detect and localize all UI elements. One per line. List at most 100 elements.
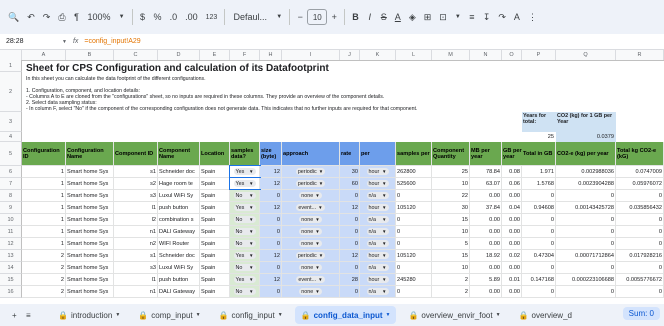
dropdown-cell[interactable]: periodic ▼ — [282, 250, 340, 261]
row-header[interactable]: 13 — [0, 250, 22, 262]
cell[interactable]: Schneider doc — [158, 250, 200, 261]
dropdown-cell[interactable]: event... ▼ — [282, 202, 340, 213]
cell[interactable]: 0.017928216 — [616, 250, 664, 261]
cell[interactable]: 0.035856432 — [616, 202, 664, 213]
cell[interactable]: 0.00 — [470, 190, 502, 201]
cell[interactable]: 5.89 — [470, 274, 502, 285]
cell[interactable]: 0 — [340, 226, 360, 237]
cell[interactable]: 0.00 — [470, 238, 502, 249]
cell[interactable]: 28 — [340, 274, 360, 285]
sheet-tab[interactable]: 🔒 config_input ▼ — [213, 306, 289, 324]
decrease-decimal-button[interactable]: .0 — [166, 7, 182, 27]
dropdown-cell[interactable]: No ▼ — [230, 238, 260, 249]
dropdown-cell[interactable]: No ▼ — [230, 190, 260, 201]
cell[interactable]: 0 — [616, 238, 664, 249]
align-vertical-icon[interactable]: ↧ — [479, 7, 495, 27]
dropdown-cell[interactable]: n/a ▼ — [360, 214, 396, 225]
dropdown-cell[interactable]: periodic ▼ — [282, 166, 340, 177]
cell[interactable]: Smart home Sys — [66, 202, 114, 213]
cell[interactable]: s2 — [114, 178, 158, 189]
dropdown-cell[interactable]: Yes ▼ — [229, 165, 261, 178]
dropdown-cell[interactable]: Yes ▼ — [230, 202, 260, 213]
dropdown-cell[interactable]: hour ▼ — [360, 202, 396, 213]
cell[interactable]: 12 — [340, 202, 360, 213]
co2-value[interactable]: 0.0379 — [556, 132, 616, 142]
strikethrough-icon[interactable]: S — [377, 7, 391, 27]
cell[interactable]: 0 — [616, 226, 664, 237]
cell[interactable]: 0 — [522, 238, 556, 249]
dropdown-chip[interactable]: periodic ▼ — [295, 252, 326, 259]
cell[interactable]: n2 — [114, 238, 158, 249]
undo-icon[interactable]: ↶ — [23, 7, 39, 27]
column-header[interactable]: L — [396, 50, 432, 60]
cell[interactable]: Hage room te — [158, 178, 200, 189]
cell[interactable]: 15 — [432, 250, 470, 261]
number-format-button[interactable]: 123 — [202, 7, 222, 27]
cell[interactable]: 0.00 — [502, 238, 522, 249]
dropdown-chip[interactable]: No ▼ — [233, 288, 256, 295]
dropdown-chip[interactable]: none ▼ — [299, 240, 322, 247]
column-header[interactable]: H — [260, 50, 282, 60]
cell[interactable]: Spain — [200, 178, 230, 189]
cell[interactable]: s3 — [114, 262, 158, 273]
cell[interactable]: 5 — [432, 238, 470, 249]
column-header[interactable]: E — [200, 50, 230, 60]
cell[interactable]: 0 — [260, 238, 282, 249]
dropdown-cell[interactable]: none ▼ — [282, 190, 340, 201]
dropdown-chip[interactable]: event... ▼ — [296, 204, 325, 211]
dropdown-chip[interactable]: n/a ▼ — [366, 228, 389, 235]
cell[interactable]: push button — [158, 202, 200, 213]
cell[interactable]: 0 — [616, 262, 664, 273]
dropdown-chip[interactable]: No ▼ — [233, 216, 256, 223]
fill-color-icon[interactable]: ◈ — [405, 7, 420, 27]
cell[interactable]: 0 — [396, 190, 432, 201]
cell[interactable]: 0 — [556, 190, 616, 201]
cell[interactable]: s3 — [114, 190, 158, 201]
dropdown-cell[interactable]: none ▼ — [282, 226, 340, 237]
cell[interactable]: 12 — [260, 274, 282, 285]
cell[interactable]: 0 — [396, 286, 432, 297]
cell[interactable]: 0 — [396, 262, 432, 273]
cell[interactable]: 105120 — [396, 202, 432, 213]
column-header[interactable]: B — [66, 50, 114, 60]
cell[interactable]: 2 — [432, 274, 470, 285]
cell[interactable]: s1 — [114, 250, 158, 261]
cell[interactable]: 0.00 — [502, 226, 522, 237]
dropdown-cell[interactable]: hour ▼ — [360, 166, 396, 177]
cell[interactable]: 0.06 — [502, 178, 522, 189]
cell[interactable]: Smart home Sys — [66, 214, 114, 225]
dropdown-cell[interactable]: No ▼ — [230, 214, 260, 225]
column-header[interactable]: R — [616, 50, 664, 60]
cell[interactable]: 12 — [260, 250, 282, 261]
cell[interactable]: 0 — [340, 262, 360, 273]
cell[interactable]: push button — [158, 274, 200, 285]
dropdown-cell[interactable]: Yes ▼ — [229, 177, 261, 190]
cell[interactable]: 1.971 — [522, 166, 556, 177]
dropdown-chip[interactable]: n/a ▼ — [366, 288, 389, 295]
cell[interactable]: 2 — [22, 250, 66, 261]
cell[interactable]: 2 — [22, 262, 66, 273]
zoom-select[interactable]: 100% — [84, 7, 115, 27]
dropdown-chip[interactable]: No ▼ — [233, 264, 256, 271]
cell[interactable]: 1 — [22, 190, 66, 201]
cell[interactable]: 0.0023904288 — [556, 178, 616, 189]
cell[interactable]: 12 — [340, 250, 360, 261]
dropdown-chip[interactable]: hour ▼ — [366, 168, 389, 175]
font-size-input[interactable]: 10 — [307, 9, 328, 25]
cell[interactable]: 0 — [616, 190, 664, 201]
dropdown-cell[interactable]: n/a ▼ — [360, 262, 396, 273]
cell[interactable]: 0.0055776672 — [616, 274, 664, 285]
cell[interactable]: 0 — [340, 286, 360, 297]
dropdown-chip[interactable]: Yes ▼ — [233, 168, 256, 175]
select-all-corner[interactable] — [0, 50, 22, 60]
paint-format-icon[interactable]: ¶ — [70, 7, 84, 27]
cell[interactable]: 30 — [340, 166, 360, 177]
cell[interactable]: 0.00 — [470, 262, 502, 273]
italic-icon[interactable]: I — [363, 7, 377, 27]
dropdown-chip[interactable]: No ▼ — [233, 192, 256, 199]
cell[interactable]: 1 — [22, 166, 66, 177]
cell[interactable]: Smart home Sys — [66, 274, 114, 285]
cell[interactable]: DALI Gateway — [158, 226, 200, 237]
cell[interactable]: 0.01 — [502, 274, 522, 285]
cell[interactable]: 60 — [340, 178, 360, 189]
